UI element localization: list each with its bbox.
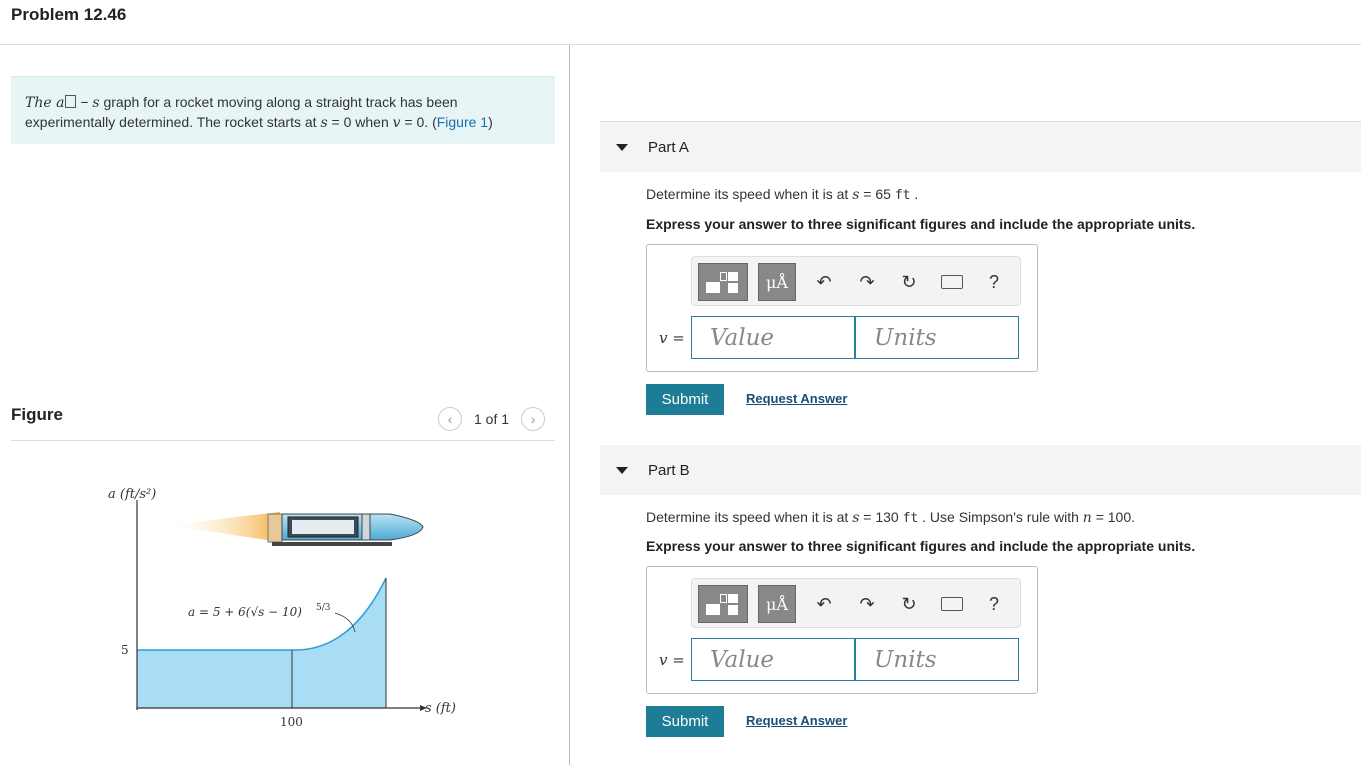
part-b-title: Part B (648, 461, 690, 479)
template-button[interactable] (698, 263, 748, 301)
equation-label: a = 5 + 6(√s − 10) (188, 605, 302, 619)
figure-graph: a (ft/s²) s (ft) a = 5 + 6(√s − 10) 5/3 … (90, 470, 470, 745)
reset-icon[interactable]: ↻ (895, 590, 923, 618)
redo-icon[interactable]: ↷ (853, 590, 881, 618)
math-toolbar: μÅ ↶ ↷ ↻ ? (691, 578, 1021, 628)
figure-heading: Figure (11, 405, 63, 424)
units-input[interactable]: Units (855, 638, 1019, 681)
header-divider (0, 44, 1361, 45)
y-axis-label: a (ft/s²) (108, 487, 156, 502)
collapse-triangle-icon (616, 466, 628, 474)
math-toolbar: μÅ ↶ ↷ ↻ ? (691, 256, 1021, 306)
chevron-right-icon: › (530, 411, 536, 427)
variable-label: v = (659, 329, 685, 347)
next-figure-button[interactable]: › (521, 407, 546, 431)
figure-nav: ‹ 1 of 1 › (438, 406, 546, 432)
part-b-submit-button[interactable]: Submit (646, 706, 724, 737)
undo-icon[interactable]: ↶ (810, 268, 838, 296)
x-axis-label: s (ft) (425, 701, 456, 716)
shaded-area (137, 578, 386, 708)
part-b-instruction: Express your answer to three significant… (646, 538, 1196, 554)
value-input[interactable]: Value (691, 316, 855, 359)
part-a-title: Part A (648, 138, 689, 156)
page-title: Problem 12.46 (11, 5, 127, 24)
help-button[interactable]: ? (980, 268, 1008, 296)
part-a-submit-button[interactable]: Submit (646, 384, 724, 415)
figure-divider (11, 440, 555, 441)
units-symbol-button[interactable]: μÅ (758, 585, 796, 623)
units-symbol-button[interactable]: μÅ (758, 263, 796, 301)
part-b-question: Determine its speed when it is at s = 13… (646, 509, 1136, 526)
part-a-instruction: Express your answer to three significant… (646, 216, 1196, 232)
collapse-triangle-icon (616, 143, 628, 151)
part-b-answer-box: μÅ ↶ ↷ ↻ ? v = Value Units (646, 566, 1038, 694)
keyboard-icon[interactable] (938, 590, 966, 618)
part-a-question: Determine its speed when it is at s = 65… (646, 186, 919, 203)
rocket-illustration (168, 512, 424, 546)
variable-label: v = (659, 651, 685, 669)
y-tick-label: 5 (121, 643, 129, 657)
problem-text: The a − s graph for a rocket moving alon… (25, 94, 493, 131)
part-a-header[interactable]: Part A (600, 122, 1361, 172)
figure-link[interactable]: Figure 1 (437, 114, 488, 130)
chevron-left-icon: ‹ (447, 411, 453, 427)
acceleration-graph: a (ft/s²) s (ft) a = 5 + 6(√s − 10) 5/3 … (108, 487, 456, 729)
problem-statement: The a − s graph for a rocket moving alon… (11, 76, 555, 144)
help-button[interactable]: ? (980, 590, 1008, 618)
redo-icon[interactable]: ↷ (853, 268, 881, 296)
prev-figure-button[interactable]: ‹ (438, 407, 462, 431)
part-b-request-answer-link[interactable]: Request Answer (746, 713, 847, 728)
figure-counter: 1 of 1 (474, 411, 510, 427)
pane-divider[interactable] (569, 45, 570, 765)
units-input[interactable]: Units (855, 316, 1019, 359)
template-button[interactable] (698, 585, 748, 623)
undo-icon[interactable]: ↶ (810, 590, 838, 618)
part-a-request-answer-link[interactable]: Request Answer (746, 391, 847, 406)
part-b-header[interactable]: Part B (600, 445, 1361, 495)
equation-exponent: 5/3 (316, 603, 331, 613)
x-tick-label: 100 (280, 715, 303, 729)
reset-icon[interactable]: ↻ (895, 268, 923, 296)
missing-glyph-icon (65, 95, 77, 108)
keyboard-icon[interactable] (938, 268, 966, 296)
fraction-template-icon (706, 592, 740, 616)
fraction-template-icon (706, 270, 740, 294)
rocket-flame (168, 512, 280, 542)
value-input[interactable]: Value (691, 638, 855, 681)
part-a-answer-box: μÅ ↶ ↷ ↻ ? v = Value Units (646, 244, 1038, 372)
